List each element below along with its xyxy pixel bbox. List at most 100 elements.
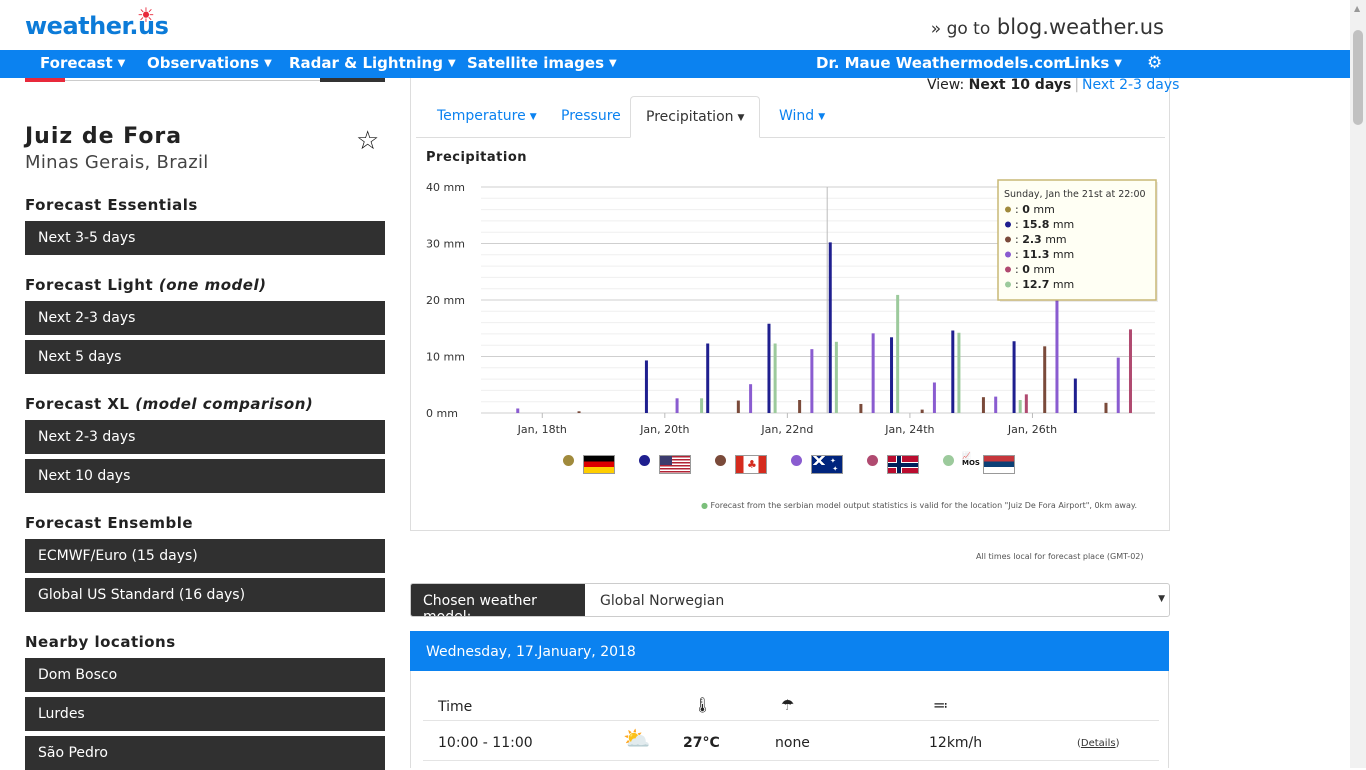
precip-bar[interactable] — [981, 397, 985, 413]
nav-satellite[interactable]: Satellite images ▼ — [467, 54, 617, 72]
precip-bar[interactable] — [798, 400, 802, 413]
sidebar-item-nearby-dom-bosco[interactable]: Dom Bosco — [25, 658, 385, 692]
nav-forecast[interactable]: Forecast ▼ — [40, 54, 125, 72]
precip-bar[interactable] — [516, 408, 520, 413]
precip-bar[interactable] — [749, 384, 753, 413]
precip-bar[interactable] — [1128, 329, 1132, 413]
precip-bar[interactable] — [767, 323, 771, 413]
sidebar-item-ensemble-ecmwf[interactable]: ECMWF/Euro (15 days) — [25, 539, 385, 573]
precipitation-chart[interactable]: 0 mm 10 mm 20 mm 30 mm 40 mm Jan, 18th Jan, 20… — [411, 168, 1171, 448]
y-tick-label: 0 mm — [426, 407, 458, 420]
x-tick-label: Jan, 22nd — [760, 423, 813, 436]
blog-link[interactable]: » go to blog.weather.us — [931, 15, 1164, 39]
precip-bar[interactable] — [1018, 400, 1022, 413]
precip-bar[interactable] — [859, 403, 863, 413]
sidebar-item-xl-next-10[interactable]: Next 10 days — [25, 459, 385, 493]
mos-chart-icon: 📈 MOS — [962, 452, 980, 467]
sidebar-item-essentials-next-3-5[interactable]: Next 3-5 days — [25, 221, 385, 255]
precip-bar[interactable] — [957, 332, 961, 413]
precip-bar[interactable] — [1055, 297, 1059, 413]
sidebar-item-nearby-sao-pedro[interactable]: São Pedro — [25, 736, 385, 770]
precip-bar[interactable] — [994, 396, 998, 413]
precip-bar[interactable] — [896, 294, 900, 413]
precip-bar[interactable] — [577, 411, 581, 413]
precip-bar[interactable] — [810, 349, 814, 413]
nav-satellite-label: Satellite images — [467, 54, 604, 72]
precip-bar[interactable] — [1012, 341, 1016, 413]
location-city: Juiz de Fora — [25, 124, 183, 149]
sidebar-item-light-next-2-3[interactable]: Next 2-3 days — [25, 301, 385, 335]
x-tick-label: Jan, 20th — [639, 423, 689, 436]
tooltip-value: : 15.8 mm — [1015, 218, 1074, 231]
blog-link-text[interactable]: blog.weather.us — [997, 15, 1164, 39]
tab-precipitation[interactable]: Precipitation ▼ — [630, 96, 761, 138]
tooltip-dot — [1005, 236, 1011, 243]
details-link[interactable]: (Details) — [1077, 738, 1119, 749]
tab-precipitation-label: Precipitation — [646, 109, 734, 125]
precip-bar[interactable] — [773, 343, 777, 413]
nav-links[interactable]: Links ▼ — [1065, 54, 1122, 72]
precip-bar[interactable] — [890, 337, 894, 413]
tab-wind[interactable]: Wind ▼ — [764, 96, 840, 138]
legend-serbia-mos[interactable]: 📈 MOS — [943, 451, 1033, 477]
scroll-up-arrow-icon[interactable]: ▲ — [1354, 4, 1360, 13]
legend-dot — [563, 455, 574, 466]
tab-pressure[interactable]: Pressure — [546, 96, 636, 138]
precip-bar[interactable] — [1024, 394, 1028, 413]
legend-usa[interactable] — [639, 451, 709, 477]
wind-icon: ≕ — [933, 696, 948, 714]
sidebar-item-xl-next-2-3[interactable]: Next 2-3 days — [25, 420, 385, 454]
nav-radar[interactable]: Radar & Lightning ▼ — [289, 54, 456, 72]
maple-leaf-icon: ♣ — [747, 458, 757, 471]
legend-australia[interactable]: ✦ ✦ — [791, 451, 861, 477]
nav-forecast-label: Forecast — [40, 54, 113, 72]
view-link-next-2-3[interactable]: Next 2-3 days — [1082, 77, 1179, 93]
model-select[interactable]: Global Norwegian ▼ — [585, 584, 1169, 616]
scrollbar-thumb[interactable] — [1353, 30, 1363, 125]
precip-bar[interactable] — [1043, 346, 1047, 413]
details-link-text[interactable]: Details — [1081, 738, 1116, 749]
legend-dot — [867, 455, 878, 466]
precip-bar[interactable] — [644, 360, 648, 413]
precip-bar[interactable] — [932, 382, 936, 413]
search-button-edge — [320, 78, 385, 82]
precip-bar[interactable] — [920, 409, 924, 413]
nav-links-label: Links — [1065, 54, 1110, 72]
precip-bar[interactable] — [1073, 378, 1077, 413]
sidebar-item-light-next-5[interactable]: Next 5 days — [25, 340, 385, 374]
tooltip-value: : 12.7 mm — [1015, 278, 1074, 291]
sidebar-item-nearby-lurdes[interactable]: Lurdes — [25, 697, 385, 731]
precip-bar[interactable] — [828, 242, 832, 413]
precip-bar[interactable] — [706, 343, 710, 413]
section-title-xl-text: Forecast XL — [25, 395, 130, 413]
y-tick-label: 20 mm — [426, 294, 465, 307]
page-scrollbar[interactable]: ▲ — [1350, 0, 1366, 768]
legend-norway[interactable] — [867, 451, 937, 477]
precip-bar[interactable] — [675, 398, 679, 413]
tab-temperature[interactable]: Temperature ▼ — [422, 96, 552, 138]
legend-germany[interactable] — [563, 451, 633, 477]
chevron-down-icon: ▼ — [529, 112, 537, 122]
favorite-star-icon[interactable]: ☆ — [356, 126, 379, 156]
nav-radar-label: Radar & Lightning — [289, 54, 443, 72]
legend-canada[interactable]: ♣ — [715, 451, 785, 477]
site-logo[interactable]: weather.us ☀ — [25, 3, 169, 40]
norway-flag-icon — [887, 455, 919, 474]
precip-bar[interactable] — [1116, 357, 1120, 413]
precip-bar[interactable] — [700, 398, 704, 413]
day-header: Wednesday, 17.January, 2018 — [410, 631, 1169, 671]
precip-bar[interactable] — [871, 333, 875, 413]
nav-observations[interactable]: Observations ▼ — [147, 54, 272, 72]
nav-maue[interactable]: Dr. Maue Weathermodels.com — [816, 54, 1069, 72]
settings-gear-icon[interactable]: ⚙ — [1147, 53, 1162, 73]
precip-bar[interactable] — [834, 341, 838, 413]
precip-bar[interactable] — [951, 330, 955, 413]
thermometer-icon: 🌡 — [693, 696, 713, 714]
sidebar-item-ensemble-gfs[interactable]: Global US Standard (16 days) — [25, 578, 385, 612]
chart-panel: Temperature ▼ Pressure Precipitation ▼ Win… — [410, 78, 1170, 531]
legend-dot — [791, 455, 802, 466]
precip-bar[interactable] — [1104, 402, 1108, 413]
precip-bar[interactable] — [736, 400, 740, 413]
footnote-dot: ● — [701, 501, 708, 510]
view-switcher: View: Next 10 days | Next 2-3 days — [927, 77, 1179, 93]
